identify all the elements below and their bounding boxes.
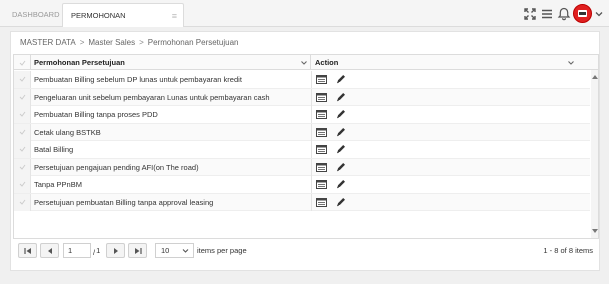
detail-icon[interactable] <box>316 162 327 172</box>
check-icon <box>19 76 26 82</box>
table-row[interactable]: Batal Billing <box>14 141 590 159</box>
expand-icon[interactable] <box>523 7 537 21</box>
detail-icon[interactable] <box>316 127 327 137</box>
check-icon <box>19 94 26 100</box>
check-icon <box>19 111 26 117</box>
table-row[interactable]: Pengeluaran unit sebelum pembayaran Luna… <box>14 88 590 106</box>
last-page-icon <box>135 248 142 254</box>
first-page-icon <box>24 248 31 254</box>
page-size-value: 10 <box>161 246 170 255</box>
row-label: Batal Billing <box>34 145 74 154</box>
row-checkbox[interactable] <box>14 176 31 193</box>
scroll-up-icon[interactable] <box>592 74 598 79</box>
edit-icon[interactable] <box>336 92 346 102</box>
row-label: Persetujuan pengajuan pending AFI(on The… <box>34 162 199 172</box>
detail-icon[interactable] <box>316 92 327 102</box>
row-label: Pengeluaran unit sebelum pembayaran Luna… <box>34 92 270 102</box>
edit-icon[interactable] <box>336 127 346 137</box>
row-checkbox[interactable] <box>14 106 31 123</box>
row-checkbox[interactable] <box>14 71 31 88</box>
scroll-down-icon[interactable] <box>592 229 598 234</box>
table-row[interactable]: Pembuatan Billing sebelum DP lunas untuk… <box>14 71 590 89</box>
edit-icon[interactable] <box>336 197 346 207</box>
bell-icon[interactable] <box>557 7 571 21</box>
items-per-page-label: items per page <box>197 246 247 255</box>
breadcrumb-current: Permohonan Persetujuan <box>147 38 239 47</box>
detail-icon[interactable] <box>316 75 327 84</box>
row-label: Persetujuan pembuatan Billing tanpa appr… <box>34 197 214 207</box>
page-total-value: 1 <box>96 246 101 255</box>
edit-icon[interactable] <box>336 162 346 172</box>
table-row[interactable]: Cetak ulang BSTKB <box>14 123 590 141</box>
check-icon <box>19 199 26 205</box>
select-all-checkbox[interactable] <box>14 55 31 70</box>
pager: 1 /1 10 items per page 1 - 8 of 8 items <box>13 239 599 269</box>
check-icon <box>19 129 26 135</box>
row-label: Cetak ulang BSTKB <box>34 127 101 137</box>
breadcrumb-separator: > <box>79 38 85 47</box>
column-menu-chevron-icon[interactable] <box>567 59 575 67</box>
grid-header: Permohonan Persetujuan Action <box>14 55 598 70</box>
avatar[interactable] <box>573 4 592 23</box>
column-header-permohonan[interactable]: Permohonan Persetujuan <box>31 55 311 70</box>
breadcrumb: MASTER DATA > Master Sales > Permohonan Pers… <box>20 38 238 47</box>
chevron-down-icon <box>182 249 189 253</box>
table-row[interactable]: Persetujuan pengajuan pending AFI(on The… <box>14 158 590 176</box>
row-label: Pembuatan Billing sebelum DP lunas untuk… <box>34 75 242 84</box>
column-header-action[interactable]: Action <box>311 55 581 70</box>
breadcrumb-separator: > <box>139 38 144 47</box>
column-menu-chevron-icon[interactable] <box>300 59 308 67</box>
previous-page-icon <box>48 248 52 254</box>
page-total-prefix: / <box>93 248 96 257</box>
next-page-button[interactable] <box>106 243 125 258</box>
first-page-button[interactable] <box>18 243 37 258</box>
check-icon <box>19 164 26 170</box>
next-page-icon <box>114 248 118 254</box>
chevron-down-icon[interactable] <box>594 9 604 19</box>
breadcrumb-master-data[interactable]: MASTER DATA <box>20 38 76 47</box>
breadcrumb-master-sales[interactable]: Master Sales <box>88 38 135 47</box>
row-checkbox[interactable] <box>14 88 31 106</box>
vertical-scrollbar[interactable] <box>591 70 598 238</box>
page-total: /1 <box>93 246 101 257</box>
edit-icon[interactable] <box>336 109 346 119</box>
menu-icon[interactable] <box>540 7 554 21</box>
row-label: Pembuatan Billing tanpa proses PDD <box>34 110 158 119</box>
data-grid: Permohonan Persetujuan Action Pembuatan … <box>13 54 599 239</box>
detail-icon[interactable] <box>316 145 327 154</box>
table-row[interactable]: Persetujuan pembuatan Billing tanpa appr… <box>14 193 590 211</box>
page-size-select[interactable]: 10 <box>155 243 194 258</box>
table-row[interactable]: Tanpa PPnBM <box>14 176 590 194</box>
check-icon <box>19 181 26 187</box>
check-icon <box>19 60 26 66</box>
edit-icon[interactable] <box>336 179 346 189</box>
tab-dashboard[interactable]: DASHBOARD <box>4 3 60 27</box>
detail-icon[interactable] <box>316 110 327 119</box>
tab-permohonan-persetujuan[interactable]: PERMOHONAN PERSETUJUAN ≡ <box>62 3 184 44</box>
check-icon <box>19 146 26 152</box>
main-card: MASTER DATA > Master Sales > Permohonan Pers… <box>10 31 600 271</box>
items-count-info: 1 - 8 of 8 items <box>543 246 593 255</box>
detail-icon[interactable] <box>316 180 327 189</box>
row-checkbox[interactable] <box>14 141 31 158</box>
edit-icon[interactable] <box>336 144 346 154</box>
detail-icon[interactable] <box>316 197 327 207</box>
last-page-button[interactable] <box>128 243 147 258</box>
previous-page-button[interactable] <box>40 243 59 258</box>
row-checkbox[interactable] <box>14 193 31 211</box>
row-checkbox[interactable] <box>14 123 31 141</box>
tab-menu-icon[interactable]: ≡ <box>172 4 177 28</box>
table-row[interactable]: Pembuatan Billing tanpa proses PDD <box>14 106 590 124</box>
row-label: Tanpa PPnBM <box>34 180 82 189</box>
avatar-image <box>578 10 587 17</box>
edit-icon[interactable] <box>336 74 346 84</box>
top-bar: DASHBOARD PERMOHONAN PERSETUJUAN ≡ <box>0 0 609 44</box>
row-checkbox[interactable] <box>14 158 31 176</box>
page-number-input[interactable]: 1 <box>63 243 91 258</box>
